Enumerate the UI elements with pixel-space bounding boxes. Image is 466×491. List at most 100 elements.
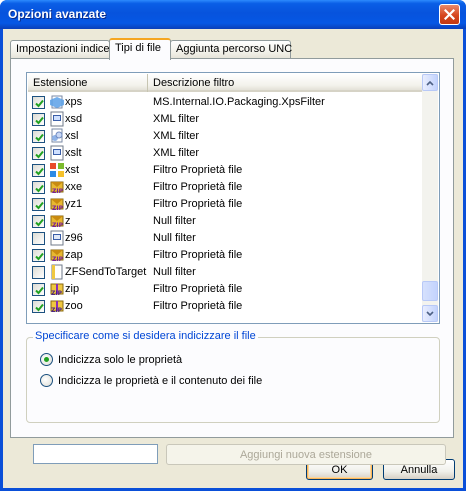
extension-name: xsl — [65, 130, 79, 142]
index-mode-legend: Specificare come si desidera indicizzare… — [33, 330, 258, 342]
extension-name: xslt — [65, 147, 82, 159]
svg-text:ZIP: ZIP — [52, 256, 64, 263]
extension-name: z — [65, 215, 71, 227]
tab-impostazioni-indice[interactable]: Impostazioni indice — [10, 40, 110, 59]
filter-description: XML filter — [153, 113, 200, 125]
extension-name: zap — [65, 249, 83, 261]
scroll-down-button[interactable] — [422, 305, 438, 322]
radio-selected-dot — [44, 357, 49, 362]
table-row[interactable]: xsd XML filter — [28, 111, 422, 128]
extension-name: ZFSendToTarget — [65, 266, 147, 278]
scroll-thumb[interactable] — [422, 281, 438, 301]
close-button[interactable] — [439, 4, 460, 25]
table-row[interactable]: xst Filtro Proprietà file — [28, 162, 422, 179]
svg-text:ZIP: ZIP — [52, 222, 64, 229]
filter-description: Filtro Proprietà file — [153, 198, 243, 210]
zip-file-icon: ZIP — [49, 298, 65, 314]
xsl-file-icon — [49, 128, 65, 144]
list-body: xps MS.Internal.IO.Packaging.XpsFilter xsd… — [28, 94, 422, 323]
list-header: Estensione Descrizione filtro — [28, 74, 422, 92]
table-row[interactable]: ZIP xxe Filtro Proprietà file — [28, 179, 422, 196]
new-extension-input[interactable] — [33, 444, 158, 464]
scroll-up-button[interactable] — [422, 74, 438, 91]
table-row[interactable]: z96 Null filter — [28, 230, 422, 247]
row-checkbox[interactable] — [32, 113, 45, 126]
generic-file-icon — [49, 230, 65, 246]
filter-description: Filtro Proprietà file — [153, 164, 243, 176]
extension-name: yz1 — [65, 198, 83, 210]
extension-name: xst — [65, 164, 80, 176]
svg-text:ZIP: ZIP — [52, 188, 64, 195]
row-checkbox[interactable] — [32, 249, 45, 262]
extension-name: xxe — [65, 181, 83, 193]
tab-tipi-di-file[interactable]: Tipi di file — [109, 38, 171, 60]
filter-description: MS.Internal.IO.Packaging.XpsFilter — [153, 96, 325, 108]
extension-name: xps — [65, 96, 83, 108]
filter-description: Null filter — [153, 232, 196, 244]
table-row[interactable]: ZFSendToTarget Null filter — [28, 264, 422, 281]
table-row[interactable]: xps MS.Internal.IO.Packaging.XpsFilter — [28, 94, 422, 111]
extension-list[interactable]: Estensione Descrizione filtro xps MS.Inte… — [26, 72, 440, 324]
xps-file-icon — [49, 94, 65, 110]
tab-label: Tipi di file — [115, 42, 162, 54]
table-row[interactable]: xslt XML filter — [28, 145, 422, 162]
tab-label: Impostazioni indice — [16, 43, 110, 55]
row-checkbox[interactable] — [32, 130, 45, 143]
svg-text:ZIP: ZIP — [51, 290, 63, 297]
row-checkbox[interactable] — [32, 181, 45, 194]
filter-description: Filtro Proprietà file — [153, 181, 243, 193]
row-checkbox[interactable] — [32, 300, 45, 313]
dialog-window: Opzioni avanzate Impostazioni indice Tip… — [0, 0, 466, 491]
tab-label: Aggiunta percorso UNC — [176, 43, 293, 55]
table-row[interactable]: ZIP yz1 Filtro Proprietà file — [28, 196, 422, 213]
close-icon — [444, 9, 455, 20]
archive-file-icon: ZIP — [49, 179, 65, 195]
add-extension-button[interactable]: Aggiungi nuova estensione — [166, 444, 446, 465]
extension-name: zoo — [65, 300, 83, 312]
row-checkbox[interactable] — [32, 215, 45, 228]
tab-aggiunta-percorso-unc[interactable]: Aggiunta percorso UNC — [170, 40, 293, 59]
radio-label: Indicizza solo le proprietà — [58, 354, 183, 366]
table-row[interactable]: ZIP zoo Filtro Proprietà file — [28, 298, 422, 315]
filter-description: XML filter — [153, 130, 200, 142]
svg-text:ZIP: ZIP — [51, 307, 63, 314]
tab-panel: Estensione Descrizione filtro xps MS.Inte… — [10, 58, 454, 465]
chevron-down-icon — [426, 310, 434, 316]
table-row[interactable]: xsl XML filter — [28, 128, 422, 145]
vertical-scrollbar[interactable] — [422, 74, 438, 322]
row-checkbox[interactable] — [32, 164, 45, 177]
row-checkbox[interactable] — [32, 232, 45, 245]
filter-description: Filtro Proprietà file — [153, 300, 243, 312]
title-bar[interactable]: Opzioni avanzate — [0, 0, 466, 29]
office-file-icon — [49, 162, 65, 178]
filter-description: Null filter — [153, 215, 196, 227]
dialog-client: Impostazioni indice Tipi di file Aggiunt… — [3, 29, 463, 488]
chevron-up-icon — [426, 80, 434, 86]
row-checkbox[interactable] — [32, 147, 45, 160]
row-checkbox[interactable] — [32, 266, 45, 279]
xml-file-icon — [49, 145, 65, 161]
window-title: Opzioni avanzate — [8, 7, 107, 21]
row-checkbox[interactable] — [32, 198, 45, 211]
zip-file-icon: ZIP — [49, 281, 65, 297]
filter-description: XML filter — [153, 147, 200, 159]
filter-description: Filtro Proprietà file — [153, 249, 243, 261]
table-row[interactable]: ZIP zap Filtro Proprietà file — [28, 247, 422, 264]
column-header-estensione[interactable]: Estensione — [28, 74, 148, 92]
radio-button[interactable] — [40, 374, 53, 387]
index-mode-group: Specificare come si desidera indicizzare… — [26, 330, 440, 423]
radio-label: Indicizza le proprietà e il contenuto de… — [58, 375, 263, 387]
filter-description: Filtro Proprietà file — [153, 283, 243, 295]
extension-name: xsd — [65, 113, 83, 125]
archive-file-icon: ZIP — [49, 247, 65, 263]
extension-name: z96 — [65, 232, 83, 244]
radio-button[interactable] — [40, 353, 53, 366]
column-header-descrizione[interactable]: Descrizione filtro — [148, 74, 422, 92]
sendto-file-icon — [49, 264, 65, 280]
row-checkbox[interactable] — [32, 283, 45, 296]
archive-file-icon: ZIP — [49, 213, 65, 229]
table-row[interactable]: ZIP zip Filtro Proprietà file — [28, 281, 422, 298]
table-row[interactable]: ZIP z Null filter — [28, 213, 422, 230]
row-checkbox[interactable] — [32, 96, 45, 109]
xml-file-icon — [49, 111, 65, 127]
